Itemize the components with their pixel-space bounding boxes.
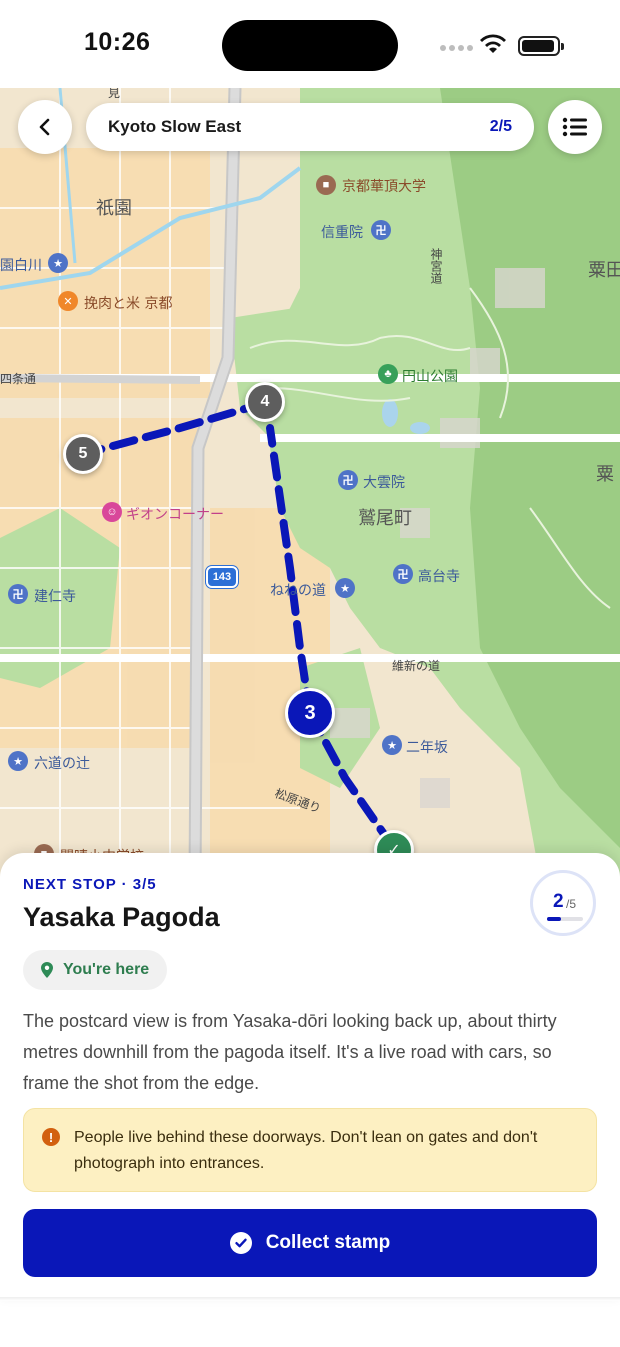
stamp-progress-fill xyxy=(547,917,562,921)
status-bar: 10:26 xyxy=(0,0,620,88)
location-status-chip: You're here xyxy=(23,950,168,990)
next-stop-label: NEXT STOP · 3/5 xyxy=(23,876,157,893)
battery-icon xyxy=(518,36,564,56)
collect-stamp-label: Collect stamp xyxy=(265,1232,391,1253)
star-icon: ★ xyxy=(8,751,28,771)
stamp-progress: 2 /5 xyxy=(530,870,596,936)
map-label-mi: 見 xyxy=(108,88,121,100)
alert-icon: ! xyxy=(42,1128,60,1146)
map-label-shinguu: 神宮道 xyxy=(429,248,443,284)
route-title-pill[interactable]: Kyoto Slow East 2/5 xyxy=(86,103,534,151)
list-icon xyxy=(562,117,587,137)
route-map[interactable]: ■ 京都華頂大学 祇園 信重院 卍 園白川 ★ ✕ 挽肉と米 京都 神宮道 粟田… xyxy=(0,88,620,878)
map-label-maruyama: 円山公園 xyxy=(402,369,458,385)
check-circle-icon xyxy=(229,1232,252,1254)
location-status-label: You're here xyxy=(63,961,150,978)
temple-icon: 卍 xyxy=(338,470,358,490)
map-label-nene: ねねの道 xyxy=(270,583,326,599)
stamp-total: /5 xyxy=(566,897,577,911)
restaurant-icon: ✕ xyxy=(58,291,78,311)
map-label-hikiniku: 挽肉と米 京都 xyxy=(84,296,173,312)
park-icon: ♣ xyxy=(378,364,398,384)
warning-text: People live behind these doorways. Don't… xyxy=(74,1129,538,1172)
star-icon: ★ xyxy=(335,578,355,598)
stop-title: Yasaka Pagoda xyxy=(23,902,220,932)
location-pin-icon xyxy=(41,962,53,978)
map-label-kodaiji: 高台寺 xyxy=(418,569,460,585)
temple-icon: 卍 xyxy=(393,564,413,584)
map-label-kenninji: 建仁寺 xyxy=(34,589,76,605)
route-name: Kyoto Slow East xyxy=(108,117,242,136)
map-label-awata: 粟田 xyxy=(588,260,620,281)
temple-icon: 卍 xyxy=(8,584,28,604)
map-label-shirakawa: 園白川 xyxy=(0,258,42,274)
dynamic-island xyxy=(222,20,398,71)
map-label-awata-2: 粟 xyxy=(596,464,614,485)
stop-list-button[interactable] xyxy=(548,100,602,154)
map-label-ninenzaka: 二年坂 xyxy=(406,740,448,756)
map-label-shinren: 信重院 xyxy=(321,225,363,241)
status-time: 10:26 xyxy=(84,28,151,56)
cellular-signal-icon xyxy=(440,45,473,51)
stop-marker-4[interactable]: 4 xyxy=(245,382,285,422)
stop-marker-5[interactable]: 5 xyxy=(63,434,103,474)
map-label-gion-corner: ギオンコーナー xyxy=(126,507,224,523)
route-143-shield: 143 xyxy=(206,566,238,588)
stop-description: The postcard view is from Yasaka-dōri lo… xyxy=(23,1011,557,1093)
temple-icon: 卍 xyxy=(371,220,391,240)
map-base xyxy=(0,88,620,878)
star-icon: ★ xyxy=(382,735,402,755)
route-progress: 2/5 xyxy=(489,118,512,135)
map-label-kyoto-kacho: 京都華頂大学 xyxy=(342,179,426,195)
map-label-rokudo: 六道の辻 xyxy=(34,756,90,772)
map-label-gion: 祇園 xyxy=(96,198,132,219)
map-label-washio: 鷲尾町 xyxy=(358,508,412,529)
university-icon: ■ xyxy=(316,175,336,195)
wifi-icon xyxy=(478,33,508,60)
stamp-progress-bar xyxy=(547,917,583,921)
back-button[interactable] xyxy=(18,100,72,154)
chevron-left-icon xyxy=(39,118,50,136)
collect-stamp-button[interactable]: Collect stamp xyxy=(23,1209,597,1277)
map-label-ishin: 維新の道 xyxy=(392,659,441,673)
etiquette-warning: ! People live behind these doorways. Don… xyxy=(23,1108,597,1192)
map-label-daiunin: 大雲院 xyxy=(363,475,405,491)
stop-marker-3-current[interactable]: 3 xyxy=(285,688,335,738)
theatre-icon: ☺ xyxy=(102,502,122,522)
stamp-count: 2 xyxy=(553,891,564,912)
star-icon: ★ xyxy=(48,253,68,273)
map-label-shijo: 四条通 xyxy=(0,372,37,386)
